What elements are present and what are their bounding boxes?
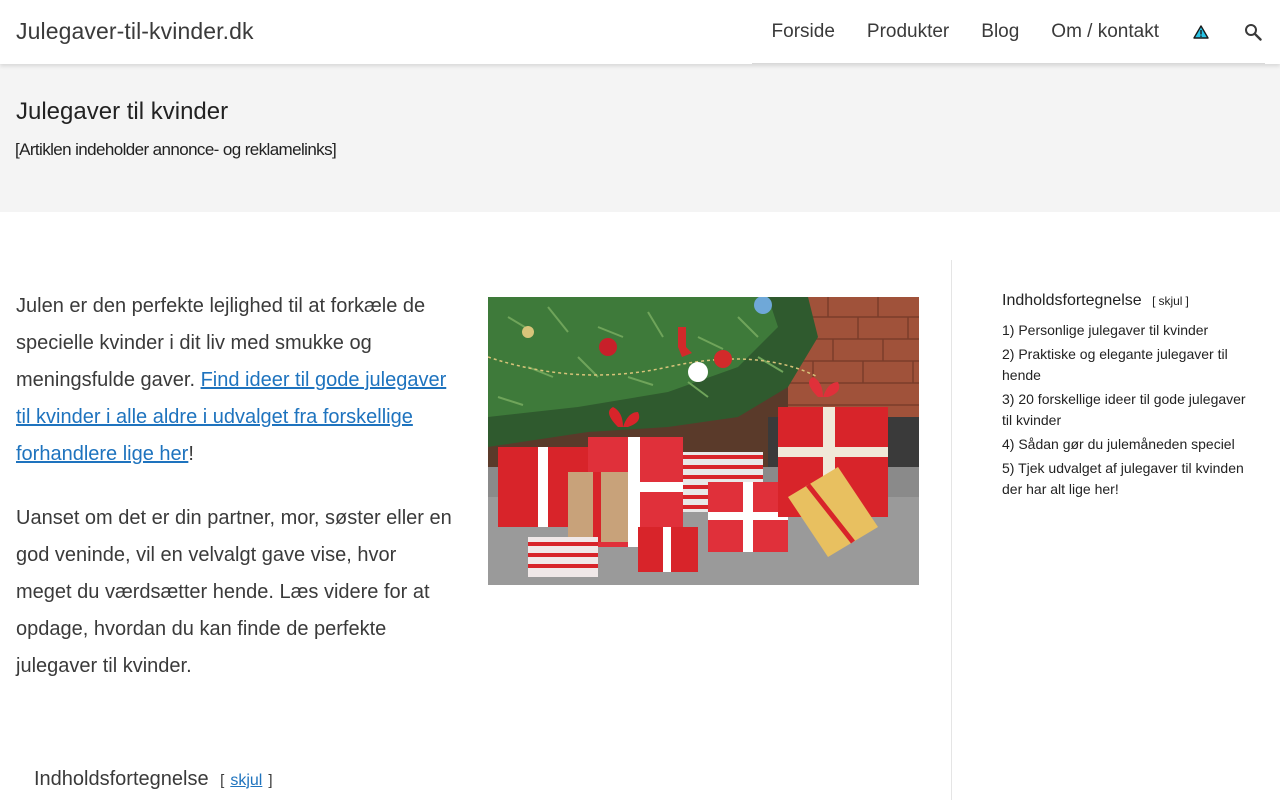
page-title: Julegaver til kvinder bbox=[16, 98, 229, 125]
toc-item-link-4[interactable]: 4) Sådan gør du julemåneden speciel bbox=[1002, 436, 1235, 452]
nav-item-forside[interactable]: Forside bbox=[772, 21, 835, 43]
toc-item: 5) Tjek udvalget af julegaver til kvinde… bbox=[1002, 458, 1247, 500]
toc-item: 3) 20 forskellige ideer til gode julegav… bbox=[1002, 389, 1247, 431]
nav-item-produkter[interactable]: Produkter bbox=[867, 21, 949, 43]
ad-disclaimer: [Artiklen indeholder annonce- og reklame… bbox=[15, 140, 337, 159]
intro-text: Julen er den perfekte lejlighed til at f… bbox=[16, 288, 456, 712]
site-header: Julegaver-til-kvinder.dk Forside Produkt… bbox=[0, 0, 1280, 64]
sidebar-toc-toggle: [skjul] bbox=[1152, 294, 1189, 308]
toc-item: 4) Sådan gør du julemåneden speciel bbox=[1002, 434, 1247, 455]
sidebar-toc: Indholdsfortegnelse [skjul] 1) Personlig… bbox=[1002, 292, 1247, 503]
nav-underline bbox=[752, 63, 1265, 64]
intro-paragraph-1: Julen er den perfekte lejlighed til at f… bbox=[16, 288, 456, 473]
toc-item: 1) Personlige julegaver til kvinder bbox=[1002, 320, 1247, 341]
christmas-gifts-image bbox=[488, 297, 919, 585]
sidebar-toc-bracket-close: ] bbox=[1185, 294, 1189, 308]
sidebar-toc-list: 1) Personlige julegaver til kvinder 2) P… bbox=[1002, 320, 1247, 500]
toc-item-link-2[interactable]: 2) Praktiske og elegante julegaver til h… bbox=[1002, 346, 1228, 383]
toc-item-link-1[interactable]: 1) Personlige julegaver til kvinder bbox=[1002, 322, 1208, 338]
toc-main-bracket-close: ] bbox=[268, 772, 273, 789]
search-icon[interactable] bbox=[1243, 22, 1263, 42]
toc-main-heading: Indholdsfortegnelse bbox=[34, 768, 209, 790]
intro-paragraph-2: Uanset om det er din partner, mor, søste… bbox=[16, 507, 452, 677]
intro-paragraph-1-end: ! bbox=[188, 443, 194, 465]
site-title-link[interactable]: Julegaver-til-kvinder.dk bbox=[16, 18, 254, 45]
nav-item-blog[interactable]: Blog bbox=[981, 21, 1019, 43]
sidebar-toc-heading: Indholdsfortegnelse bbox=[1002, 292, 1142, 309]
toc-item-link-3[interactable]: 3) 20 forskellige ideer til gode julegav… bbox=[1002, 391, 1246, 428]
toc-main-toggle-link[interactable]: skjul bbox=[230, 772, 262, 789]
toc-item-link-5[interactable]: 5) Tjek udvalget af julegaver til kvinde… bbox=[1002, 460, 1244, 497]
nav-item-om-kontakt[interactable]: Om / kontakt bbox=[1051, 21, 1159, 43]
toc-main: Indholdsfortegnelse [ skjul] bbox=[34, 768, 279, 791]
warning-icon[interactable] bbox=[1191, 22, 1211, 42]
sidebar-toc-toggle-link[interactable]: skjul bbox=[1158, 294, 1182, 308]
toc-main-bracket-open: [ bbox=[220, 772, 225, 789]
sidebar-toc-bracket-open: [ bbox=[1152, 294, 1156, 308]
page-title-band: Julegaver til kvinder [Artiklen indehold… bbox=[0, 64, 1280, 212]
sidebar-divider bbox=[951, 260, 952, 800]
toc-item: 2) Praktiske og elegante julegaver til h… bbox=[1002, 344, 1247, 386]
main-nav: Forside Produkter Blog Om / kontakt bbox=[772, 0, 1280, 64]
